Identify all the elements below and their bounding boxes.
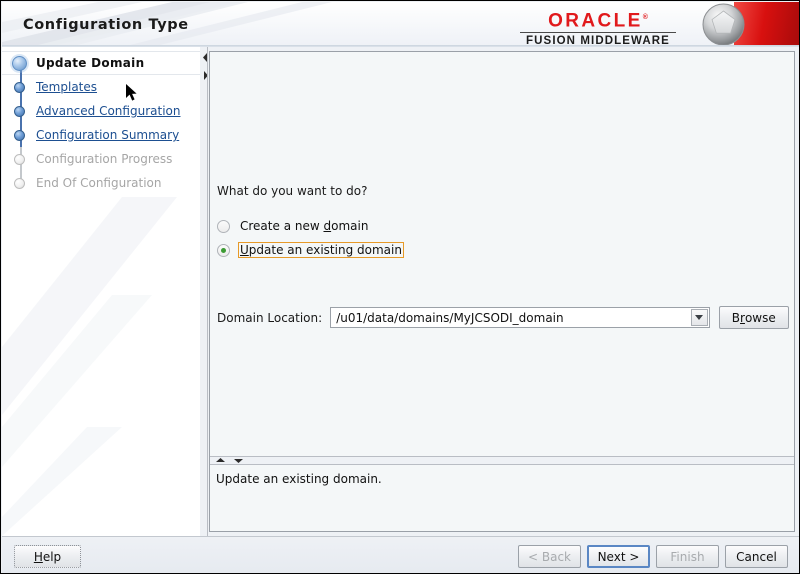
step-marker <box>10 147 32 171</box>
step-marker <box>10 99 32 123</box>
vertical-splitter[interactable] <box>200 47 209 536</box>
sidebar-item-configuration-summary[interactable]: Configuration Summary <box>2 123 200 147</box>
step-indicator-icon <box>14 106 25 117</box>
help-button[interactable]: Help <box>14 545 81 568</box>
window-body: Update Domain Templates Advanced Configu… <box>2 47 799 536</box>
sidebar-item-configuration-progress: Configuration Progress <box>2 147 200 171</box>
mnemonic-char: H <box>33 549 43 564</box>
cancel-button[interactable]: Cancel <box>725 545 788 568</box>
content-panel: What do you want to do? Create a new dom… <box>209 51 795 532</box>
description-text: Update an existing domain. <box>216 472 382 486</box>
oracle-branding: ORACLE® FUSION MIDDLEWARE <box>518 9 678 47</box>
sidebar-item-end-of-configuration: End Of Configuration <box>2 171 200 195</box>
oracle-wordmark: ORACLE® <box>548 10 648 32</box>
browse-button[interactable]: Br owse <box>718 306 789 329</box>
sidebar-item-label: Templates <box>36 80 98 94</box>
domain-location-value: /u01/data/domains/MyJCSODI_domain <box>336 310 564 325</box>
logo-block <box>694 2 799 47</box>
step-indicator-icon <box>14 82 25 93</box>
registered-mark: ® <box>642 14 648 21</box>
splitter-collapse-down-icon[interactable] <box>234 458 243 463</box>
step-indicator-icon <box>14 178 25 189</box>
step-marker <box>10 75 32 99</box>
step-indicator-icon <box>14 154 25 165</box>
splitter-collapse-up-icon[interactable] <box>216 458 225 463</box>
mnemonic-char: d <box>323 219 332 233</box>
next-button[interactable]: Next > <box>587 545 650 568</box>
wizard-step-list: Update Domain Templates Advanced Configu… <box>2 51 200 195</box>
radio-button-unselected-icon[interactable] <box>217 219 230 233</box>
sidebar-item-label: End Of Configuration <box>36 176 162 190</box>
radio-option-update-existing-domain[interactable]: Update an existing domain <box>217 242 404 258</box>
sidebar-item-label: Configuration Summary <box>36 128 180 142</box>
radio-option-label: Create a new domain <box>240 219 369 233</box>
step-indicator-icon <box>14 130 25 141</box>
chevron-down-icon[interactable] <box>690 309 708 326</box>
window-footer: Help < Back Next > Finish Cancel <box>2 536 799 573</box>
horizontal-splitter[interactable] <box>210 456 794 465</box>
wizard-steps-sidebar: Update Domain Templates Advanced Configu… <box>2 47 200 536</box>
configuration-wizard-window: Configuration Type ORACLE® FUSION MIDDLE… <box>0 0 800 574</box>
navigation-buttons: < Back Next > Finish Cancel <box>518 545 788 568</box>
oracle-sphere-pentagon-logo <box>702 3 745 46</box>
step-marker <box>10 51 32 75</box>
domain-location-combobox[interactable]: /u01/data/domains/MyJCSODI_domain <box>330 307 710 328</box>
finish-button: Finish <box>656 545 719 568</box>
step-indicator-icon <box>12 56 27 71</box>
domain-location-label: Domain Location: <box>217 310 323 325</box>
domain-location-row: Domain Location: /u01/data/domains/MyJCS… <box>217 306 789 329</box>
sidebar-item-advanced-configuration[interactable]: Advanced Configuration <box>2 99 200 123</box>
radio-option-create-new-domain[interactable]: Create a new domain <box>217 218 370 234</box>
sidebar-item-label: Update Domain <box>36 56 145 70</box>
back-button: < Back <box>518 545 581 568</box>
radio-button-selected-icon[interactable] <box>217 243 230 257</box>
step-marker <box>10 171 32 195</box>
question-label: What do you want to do? <box>217 184 368 198</box>
radio-selected-dot <box>221 247 226 253</box>
sidebar-item-label: Advanced Configuration <box>36 104 181 118</box>
brand-divider <box>520 32 676 34</box>
radio-option-label: Update an existing domain <box>238 242 404 258</box>
sidebar-item-label: Configuration Progress <box>36 152 173 166</box>
step-marker <box>10 123 32 147</box>
description-panel: Update an existing domain. <box>210 465 794 531</box>
window-header: Configuration Type ORACLE® FUSION MIDDLE… <box>2 2 799 47</box>
sidebar-item-update-domain[interactable]: Update Domain <box>2 51 200 75</box>
sidebar-item-templates[interactable]: Templates <box>2 75 200 99</box>
chevron-down-glyph <box>695 315 704 320</box>
splitter-line <box>207 47 208 536</box>
content-main-area: What do you want to do? Create a new dom… <box>210 52 794 456</box>
page-title: Configuration Type <box>23 17 189 33</box>
mnemonic-char: U <box>240 243 249 257</box>
